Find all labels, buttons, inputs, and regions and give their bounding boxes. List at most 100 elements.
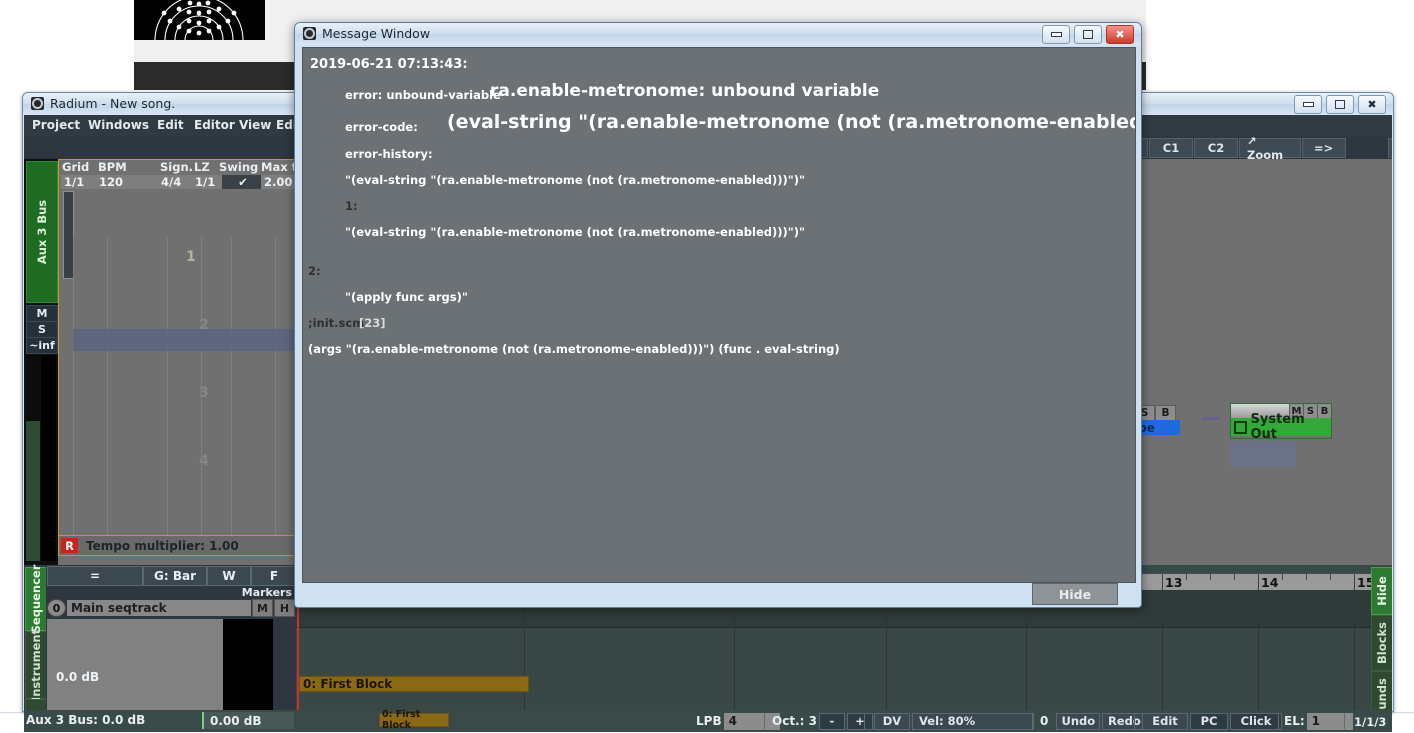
- tempo-multiplier-label: Tempo multiplier: 1.00: [86, 538, 239, 553]
- sequencer-volume-area[interactable]: 0.0 dB: [47, 619, 273, 710]
- sequencer-track-row[interactable]: 0 Main seqtrack M H: [47, 599, 295, 617]
- tracker-line-1: 1: [186, 249, 196, 265]
- minimize-button[interactable]: [1294, 95, 1322, 114]
- sidebar-tab-hide-label: Hide: [1375, 576, 1389, 606]
- status-db-field[interactable]: 0.00 dB: [202, 712, 294, 729]
- sequencer-left-panel: = G: Bar W F Markers 0 Main seqtrack M H…: [46, 565, 297, 710]
- value-lz[interactable]: 1/1: [192, 175, 222, 189]
- sidebar-tab-blocks[interactable]: Blocks: [1371, 615, 1392, 671]
- system-out-name-row: System Out: [1231, 412, 1331, 442]
- pipe-bypass-button[interactable]: B: [1155, 405, 1176, 421]
- velocity-field[interactable]: Vel: 80%: [912, 712, 1034, 730]
- undo-button[interactable]: Undo: [1056, 712, 1101, 730]
- close-button[interactable]: ✖: [1106, 25, 1134, 44]
- mode-group[interactable]: Edit PC Click: [1142, 712, 1282, 730]
- dv-button[interactable]: DV: [874, 712, 910, 730]
- click-button[interactable]: Click: [1230, 712, 1282, 730]
- velocity-group[interactable]: DV Vel: 80%: [874, 712, 1034, 730]
- toolbar-help-button[interactable]: Help: [1387, 138, 1392, 158]
- message-window-content[interactable]: 2019-06-21 07:13:43: error: unbound-vari…: [302, 47, 1136, 583]
- menu-edit[interactable]: Edit: [157, 118, 184, 132]
- markers-label: Markers: [241, 586, 292, 599]
- radium-window-controls[interactable]: ✖: [1294, 95, 1386, 114]
- toolbar-c2-button[interactable]: C2: [1194, 138, 1238, 158]
- ruler-label-14: 14: [1261, 575, 1279, 590]
- menu-project[interactable]: Project: [32, 118, 80, 132]
- seq-equal-button[interactable]: =: [47, 566, 143, 586]
- value-grid[interactable]: 1/1: [61, 175, 96, 189]
- system-out-label: System Out: [1250, 412, 1305, 442]
- sidebar-tab-sequencer[interactable]: Sequencer: [25, 565, 47, 633]
- octave-label: Oct.: 3: [772, 714, 817, 728]
- log-index-1: 1:: [345, 199, 358, 213]
- sequencer-row-main[interactable]: [296, 628, 1392, 710]
- tracker-current-line: [73, 329, 317, 351]
- undo-redo-group[interactable]: 0 Undo Redo: [1040, 712, 1147, 730]
- tracker-line-4: 4: [199, 453, 209, 469]
- edit-button[interactable]: Edit: [1142, 712, 1188, 730]
- sidebar-tab-instrument[interactable]: Instrument: [25, 629, 47, 701]
- mixer-object-system-out[interactable]: M S B System Out: [1230, 403, 1332, 442]
- menu-windows[interactable]: Windows: [88, 118, 149, 132]
- checkbox-icon[interactable]: [1234, 420, 1247, 434]
- seq-track-mute-button[interactable]: M: [252, 599, 273, 617]
- sequencer-left-tabs[interactable]: Sequencer Instrument Edit: [24, 565, 47, 710]
- lpb-group[interactable]: LPB 4: [696, 712, 780, 730]
- maximize-button[interactable]: [1074, 25, 1102, 44]
- record-button[interactable]: R: [61, 538, 78, 553]
- value-swing[interactable]: ✔: [222, 175, 261, 189]
- redo-button[interactable]: Redo: [1102, 712, 1147, 730]
- sidebar-tab-hide[interactable]: Hide: [1371, 567, 1392, 615]
- maximize-button[interactable]: [1326, 95, 1354, 114]
- sequencer-right-tabs[interactable]: Hide Blocks Sounds Browser: [1370, 565, 1392, 710]
- value-sign[interactable]: 4/4: [158, 175, 192, 189]
- seq-w-button[interactable]: W: [207, 566, 251, 586]
- aux-gain-readout[interactable]: ~inf: [26, 337, 58, 354]
- el-group[interactable]: EL: 1: [1284, 712, 1353, 730]
- sequencer-block-clip[interactable]: 0: First Block: [299, 676, 529, 692]
- radium-toolbar-right[interactable]: U C1 C2 ↗ Zoom => Help: [1104, 134, 1392, 162]
- menu-editor-view[interactable]: Editor View: [194, 118, 271, 132]
- el-value-field[interactable]: 1: [1306, 712, 1353, 730]
- aux-channel-strip: Aux 3 Bus M S ~inf: [24, 159, 58, 565]
- tracker-grid[interactable]: 1 2 3 4: [58, 189, 318, 535]
- pc-button[interactable]: PC: [1190, 712, 1228, 730]
- log-init-file: ;init.scm: [308, 316, 365, 330]
- sequencer-volume-meter: [223, 619, 273, 710]
- seq-grid-button[interactable]: G: Bar: [143, 566, 207, 586]
- seq-track-name[interactable]: Main seqtrack: [67, 600, 251, 616]
- hide-button[interactable]: Hide: [1032, 583, 1118, 605]
- octave-group[interactable]: Oct.: 3 - +: [772, 712, 873, 730]
- tracker-header: Grid BPM Sign. LZ Swing Max tem 1/1 120 …: [58, 159, 318, 191]
- message-window-controls[interactable]: ✖: [1042, 25, 1134, 44]
- header-sign: Sign.: [160, 160, 194, 174]
- sidebar-tab-sounds[interactable]: Sounds: [1371, 671, 1392, 710]
- seq-f-button[interactable]: F: [251, 566, 297, 586]
- mixer-connection-line: [1202, 417, 1220, 420]
- message-window: Message Window ✖ 2019-06-21 07:13:43: er…: [294, 22, 1142, 608]
- log-history-2: "(apply func args)": [345, 290, 468, 304]
- message-window-titlebar[interactable]: Message Window ✖: [295, 23, 1141, 45]
- value-bpm[interactable]: 120: [96, 175, 158, 189]
- minimize-button[interactable]: [1042, 25, 1070, 44]
- mixer-object-pipe[interactable]: S B ipe: [1134, 405, 1196, 437]
- toolbar-c1-button[interactable]: C1: [1149, 138, 1193, 158]
- mixer-panel: S B ipe M S B System Out: [1134, 159, 1392, 565]
- log-index-2: 2:: [308, 264, 321, 278]
- toolbar-arrow-button[interactable]: =>: [1301, 138, 1346, 158]
- octave-minus-button[interactable]: -: [818, 712, 845, 730]
- sidebar-tab-edit[interactable]: Edit: [25, 699, 47, 710]
- status-block-clip[interactable]: 0: First Block: [379, 709, 449, 731]
- octave-plus-button[interactable]: +: [846, 712, 873, 730]
- toolbar-zoom-button[interactable]: ↗ Zoom: [1239, 134, 1301, 162]
- aux-mute-button[interactable]: M: [26, 305, 58, 322]
- log-init-line: [23]: [359, 316, 386, 330]
- tempo-multiplier-row[interactable]: R Tempo multiplier: 1.00: [58, 535, 318, 556]
- seq-track-height-button[interactable]: H: [274, 599, 295, 617]
- aux-bus-name-label: Aux 3 Bus: [35, 199, 49, 265]
- aux-solo-button[interactable]: S: [26, 321, 58, 338]
- sequencer-track-rows[interactable]: [296, 590, 1392, 710]
- aux-bus-name-vertical[interactable]: Aux 3 Bus: [26, 161, 58, 303]
- close-button[interactable]: ✖: [1358, 95, 1386, 114]
